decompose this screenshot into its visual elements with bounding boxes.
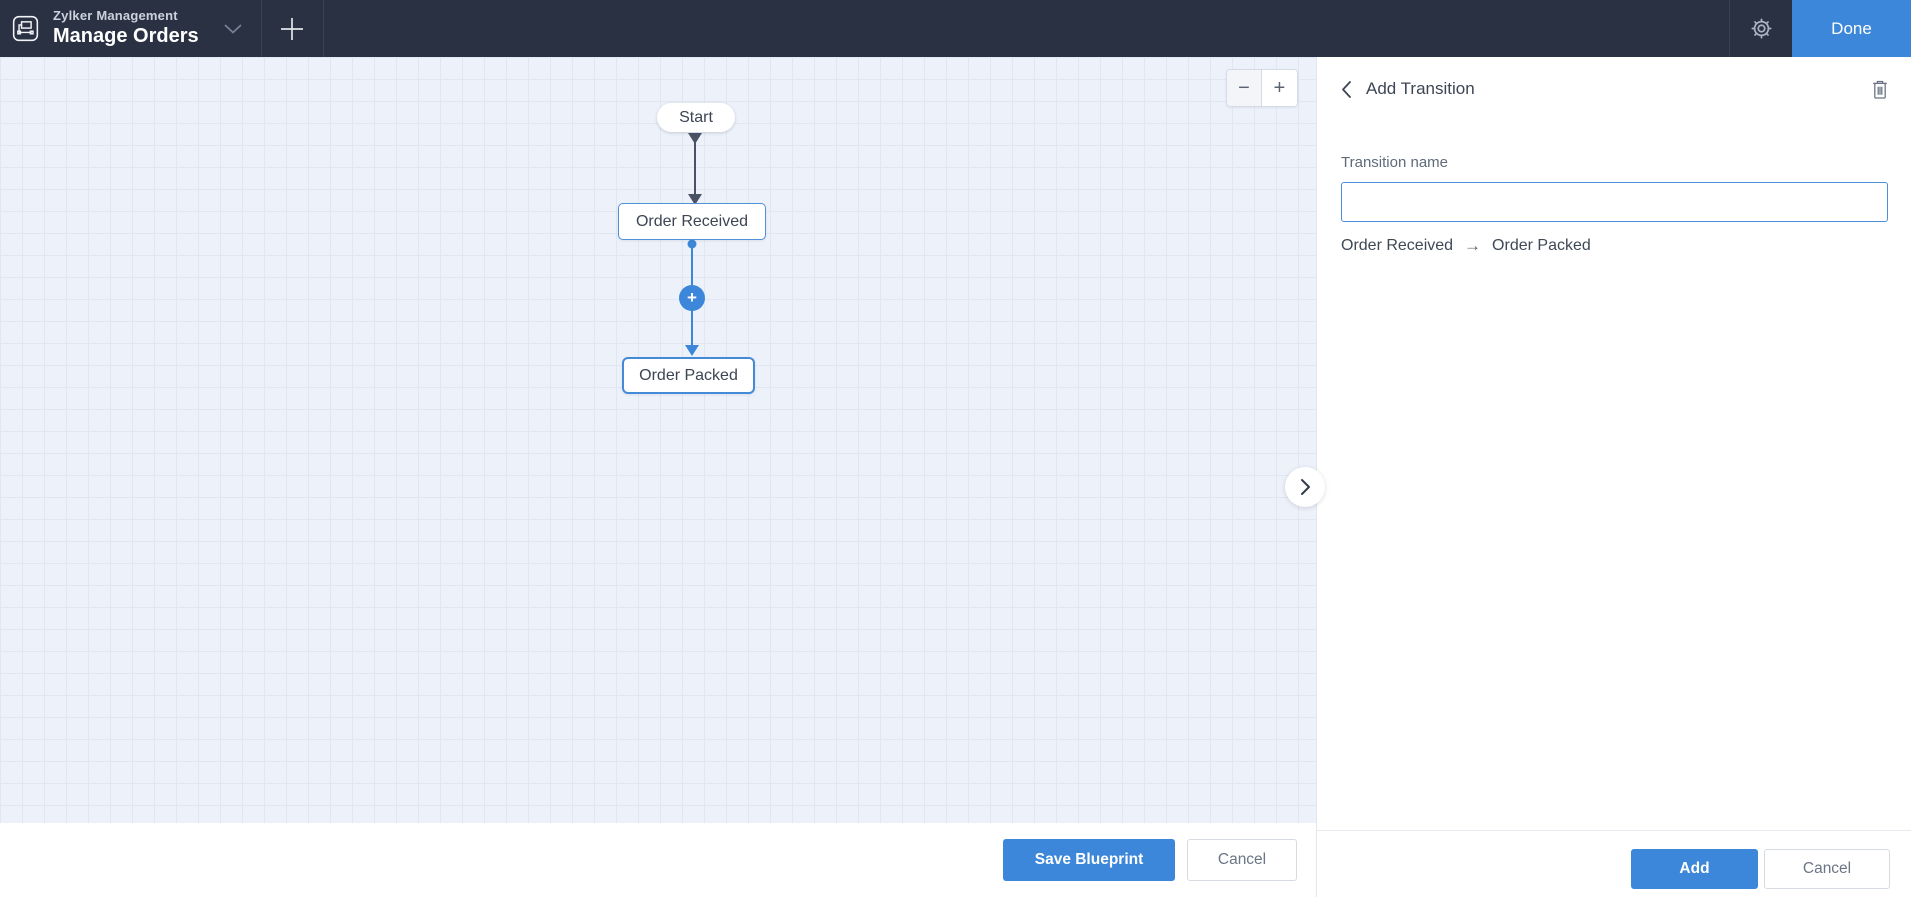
- delete-transition-trash-icon[interactable]: [1868, 76, 1892, 103]
- blueprint-editor: Zylker Management Manage Orders Done − +: [0, 0, 1911, 897]
- done-button[interactable]: Done: [1792, 0, 1911, 57]
- zoom-out-button[interactable]: −: [1227, 70, 1262, 106]
- panel-footer: Add Cancel: [1317, 830, 1911, 897]
- panel-cancel-button[interactable]: Cancel: [1764, 849, 1890, 889]
- main-area: − + Start Order Received + Order Packed …: [0, 57, 1911, 897]
- blueprint-logo-icon[interactable]: [12, 15, 39, 42]
- add-transition-panel: Add Transition Transition name Order Rec…: [1316, 57, 1911, 897]
- transition-route: Order Received → Order Packed: [1341, 236, 1591, 256]
- add-transition-plus-button[interactable]: +: [679, 285, 705, 311]
- route-to-stage: Order Packed: [1492, 237, 1591, 254]
- blueprint-canvas[interactable]: − + Start Order Received + Order Packed …: [0, 57, 1316, 897]
- blueprint-switcher-chevron-down-icon[interactable]: [205, 0, 261, 57]
- stage-node-order-received[interactable]: Order Received: [618, 203, 766, 240]
- add-button[interactable]: Add: [1631, 849, 1758, 889]
- page-title: Manage Orders: [53, 25, 199, 48]
- canvas-footer: Save Blueprint Cancel: [0, 823, 1316, 897]
- canvas-cancel-button[interactable]: Cancel: [1187, 839, 1297, 881]
- route-from-stage: Order Received: [1341, 237, 1454, 254]
- panel-header: Add Transition: [1317, 71, 1911, 107]
- topbar: Zylker Management Manage Orders Done: [0, 0, 1911, 57]
- zoom-controls: − +: [1226, 69, 1298, 107]
- stage-node-order-packed[interactable]: Order Packed: [622, 357, 755, 394]
- workflow-connectors: [685, 133, 702, 356]
- zoom-in-button[interactable]: +: [1262, 70, 1297, 106]
- transition-name-label: Transition name: [1341, 154, 1448, 171]
- save-blueprint-button[interactable]: Save Blueprint: [1003, 839, 1175, 881]
- back-chevron-icon[interactable]: [1337, 76, 1356, 103]
- title-block: Zylker Management Manage Orders: [53, 7, 199, 49]
- add-blueprint-plus-icon[interactable]: [262, 0, 323, 57]
- start-node[interactable]: Start: [657, 103, 735, 132]
- right-arrow-icon: →: [1464, 236, 1482, 255]
- app-name: Zylker Management: [53, 7, 178, 23]
- panel-title: Add Transition: [1366, 79, 1475, 98]
- collapse-panel-chevron-right-icon[interactable]: [1285, 467, 1325, 507]
- transition-name-input[interactable]: [1341, 182, 1888, 222]
- settings-gear-icon[interactable]: [1730, 0, 1792, 57]
